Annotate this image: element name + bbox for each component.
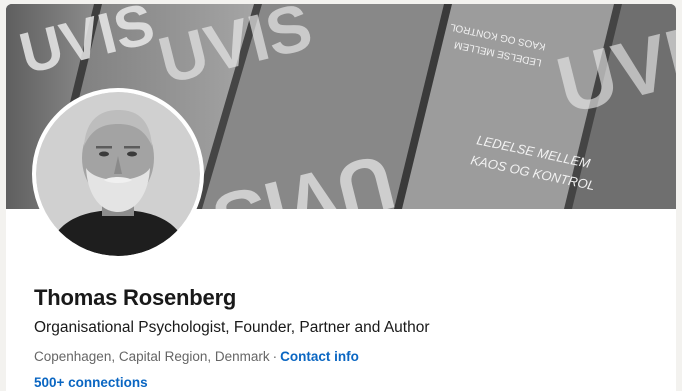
contact-info-link[interactable]: Contact info	[280, 349, 359, 364]
profile-headline: Organisational Psychologist, Founder, Pa…	[34, 319, 430, 336]
profile-avatar[interactable]	[32, 88, 204, 260]
profile-location: Copenhagen, Capital Region, Denmark	[34, 349, 270, 364]
profile-card: UVIS UVIS UVIS UVIS LEDELSE MELLEM KAOS …	[6, 4, 676, 391]
connections-link[interactable]: 500+ connections	[34, 374, 654, 391]
profile-info: Thomas Rosenberg Organisational Psycholo…	[34, 284, 654, 391]
separator-dot: ·	[272, 349, 278, 364]
location-row: Copenhagen, Capital Region, Denmark · Cont…	[34, 348, 654, 366]
profile-name: Thomas Rosenberg	[34, 285, 237, 310]
avatar-photo	[36, 92, 200, 256]
